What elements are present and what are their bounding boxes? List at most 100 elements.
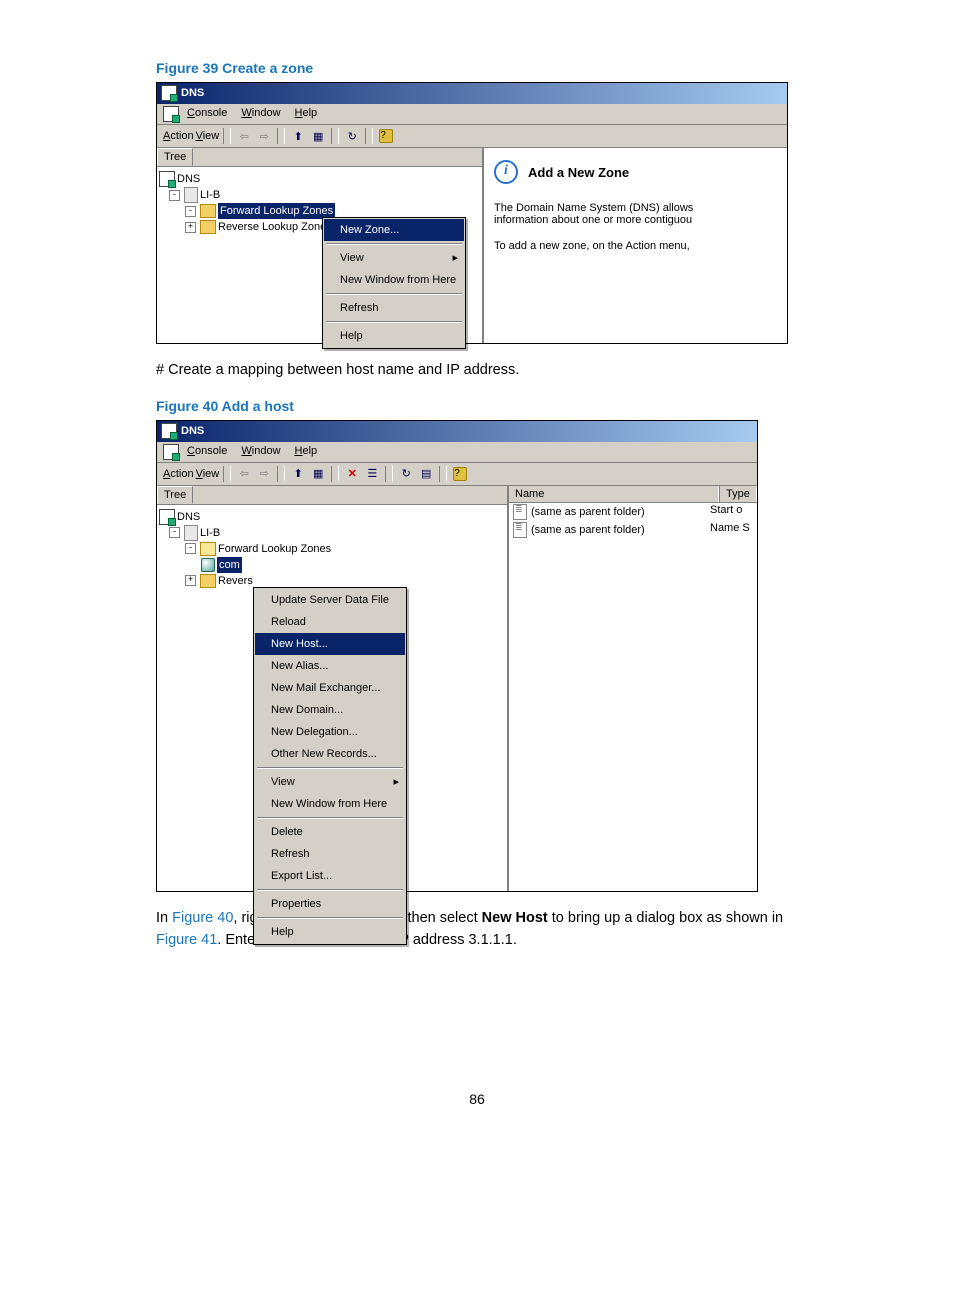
tree-zone-com[interactable]: com bbox=[159, 557, 505, 573]
tree-server[interactable]: -LI-B bbox=[159, 525, 505, 541]
dns-icon bbox=[163, 106, 179, 122]
expand-icon[interactable]: + bbox=[185, 575, 196, 586]
toolbar-separator bbox=[439, 466, 447, 482]
collapse-icon[interactable]: - bbox=[169, 527, 180, 538]
refresh-icon[interactable] bbox=[397, 465, 415, 483]
right-pane-text-3: To add a new zone, on the Action menu, bbox=[494, 240, 777, 252]
ctx-new-domain[interactable]: New Domain... bbox=[255, 699, 405, 721]
dns-icon bbox=[159, 171, 175, 187]
ctx-refresh[interactable]: Refresh bbox=[255, 843, 405, 865]
ctx-update[interactable]: Update Server Data File bbox=[255, 589, 405, 611]
fig39-toolbar: Action View bbox=[157, 125, 787, 148]
folder-icon bbox=[200, 204, 216, 218]
forward-icon[interactable] bbox=[255, 465, 273, 483]
tree-tab[interactable]: Tree bbox=[157, 148, 482, 167]
properties-icon[interactable] bbox=[363, 465, 381, 483]
dns-icon bbox=[161, 85, 177, 101]
ctx-separator bbox=[257, 917, 403, 919]
menu-action[interactable]: Action bbox=[163, 468, 194, 480]
toolbar-separator bbox=[223, 466, 231, 482]
toolbar-separator bbox=[277, 128, 285, 144]
ctx-separator bbox=[257, 817, 403, 819]
ctx-new-window[interactable]: New Window from Here bbox=[255, 793, 405, 815]
up-icon[interactable] bbox=[289, 465, 307, 483]
fig39-tree-pane: Tree DNS -LI-B -Forward Lookup Zones +Re… bbox=[157, 148, 484, 343]
ctx-delete[interactable]: Delete bbox=[255, 821, 405, 843]
ctx-view[interactable]: View bbox=[324, 247, 464, 269]
export-icon[interactable] bbox=[417, 465, 435, 483]
fig40-tree-pane: Tree DNS -LI-B -Forward Lookup Zones com… bbox=[157, 486, 509, 891]
collapse-icon[interactable]: - bbox=[185, 206, 196, 217]
ctx-help[interactable]: Help bbox=[324, 325, 464, 347]
dns-icon bbox=[159, 509, 175, 525]
delete-icon[interactable] bbox=[343, 465, 361, 483]
ctx-properties[interactable]: Properties bbox=[255, 893, 405, 915]
tree-forward-zones[interactable]: -Forward Lookup Zones bbox=[159, 541, 505, 557]
menu-console[interactable]: Console bbox=[181, 106, 233, 122]
collapse-icon[interactable]: - bbox=[185, 543, 196, 554]
ctx-new-zone[interactable]: New Zone... bbox=[324, 219, 464, 241]
help-icon[interactable] bbox=[451, 465, 469, 483]
fig39-context-menu: New Zone... View New Window from Here Re… bbox=[322, 217, 466, 349]
fig39-menubar: Console Window Help bbox=[157, 104, 787, 125]
ctx-help[interactable]: Help bbox=[255, 921, 405, 943]
toolbar-separator bbox=[277, 466, 285, 482]
ctx-other-records[interactable]: Other New Records... bbox=[255, 743, 405, 765]
toolbar-separator bbox=[385, 466, 393, 482]
figure-39-caption: Figure 39 Create a zone bbox=[156, 60, 798, 76]
ctx-separator bbox=[326, 293, 462, 295]
dns-icon bbox=[161, 423, 177, 439]
expand-icon[interactable]: + bbox=[185, 222, 196, 233]
show-hide-icon[interactable] bbox=[309, 127, 327, 145]
fig40-window: DNS Console Window Help Action View Tree… bbox=[156, 420, 758, 892]
back-icon[interactable] bbox=[235, 465, 253, 483]
ctx-new-host[interactable]: New Host... bbox=[255, 633, 405, 655]
tree-dns-root[interactable]: DNS bbox=[159, 171, 480, 187]
link-figure-40[interactable]: Figure 40 bbox=[172, 910, 233, 926]
ctx-new-mx[interactable]: New Mail Exchanger... bbox=[255, 677, 405, 699]
dns-icon bbox=[163, 444, 179, 460]
list-row[interactable]: (same as parent folder) Name S bbox=[509, 521, 757, 539]
menu-window[interactable]: Window bbox=[235, 444, 286, 460]
right-pane-text-2: information about one or more contiguou bbox=[494, 214, 777, 226]
menu-help[interactable]: Help bbox=[289, 106, 324, 122]
menu-action[interactable]: Action bbox=[163, 130, 194, 142]
menu-view[interactable]: View bbox=[196, 468, 220, 480]
list-row[interactable]: (same as parent folder) Start o bbox=[509, 503, 757, 521]
ctx-reload[interactable]: Reload bbox=[255, 611, 405, 633]
show-hide-icon[interactable] bbox=[309, 465, 327, 483]
menu-console[interactable]: Console bbox=[181, 444, 233, 460]
collapse-icon[interactable]: - bbox=[169, 190, 180, 201]
page-number: 86 bbox=[156, 1091, 798, 1107]
ctx-new-alias[interactable]: New Alias... bbox=[255, 655, 405, 677]
server-icon bbox=[184, 187, 198, 203]
fig40-titlebar: DNS bbox=[157, 421, 757, 442]
back-icon[interactable] bbox=[235, 127, 253, 145]
list-header: Name Type bbox=[509, 486, 757, 503]
list-body: (same as parent folder) Start o (same as… bbox=[509, 503, 757, 873]
fig39-window: DNS Console Window Help Action View Tree… bbox=[156, 82, 788, 344]
menu-view[interactable]: View bbox=[196, 130, 220, 142]
fig40-context-menu: Update Server Data File Reload New Host.… bbox=[253, 587, 407, 945]
ctx-view[interactable]: View bbox=[255, 771, 405, 793]
refresh-icon[interactable] bbox=[343, 127, 361, 145]
ctx-export[interactable]: Export List... bbox=[255, 865, 405, 887]
forward-icon[interactable] bbox=[255, 127, 273, 145]
ctx-separator bbox=[326, 243, 462, 245]
help-icon[interactable] bbox=[377, 127, 395, 145]
col-name[interactable]: Name bbox=[509, 486, 719, 502]
up-icon[interactable] bbox=[289, 127, 307, 145]
menu-help[interactable]: Help bbox=[289, 444, 324, 460]
tree-tab[interactable]: Tree bbox=[157, 486, 507, 505]
add-zone-heading: Add a New Zone bbox=[528, 165, 629, 180]
link-figure-41[interactable]: Figure 41 bbox=[156, 932, 217, 948]
toolbar-separator bbox=[331, 466, 339, 482]
ctx-new-delegation[interactable]: New Delegation... bbox=[255, 721, 405, 743]
ctx-new-window[interactable]: New Window from Here bbox=[324, 269, 464, 291]
tree-dns-root[interactable]: DNS bbox=[159, 509, 505, 525]
ctx-refresh[interactable]: Refresh bbox=[324, 297, 464, 319]
tree-server[interactable]: -LI-B bbox=[159, 187, 480, 203]
toolbar-separator bbox=[331, 128, 339, 144]
menu-window[interactable]: Window bbox=[235, 106, 286, 122]
col-type[interactable]: Type bbox=[719, 486, 757, 502]
